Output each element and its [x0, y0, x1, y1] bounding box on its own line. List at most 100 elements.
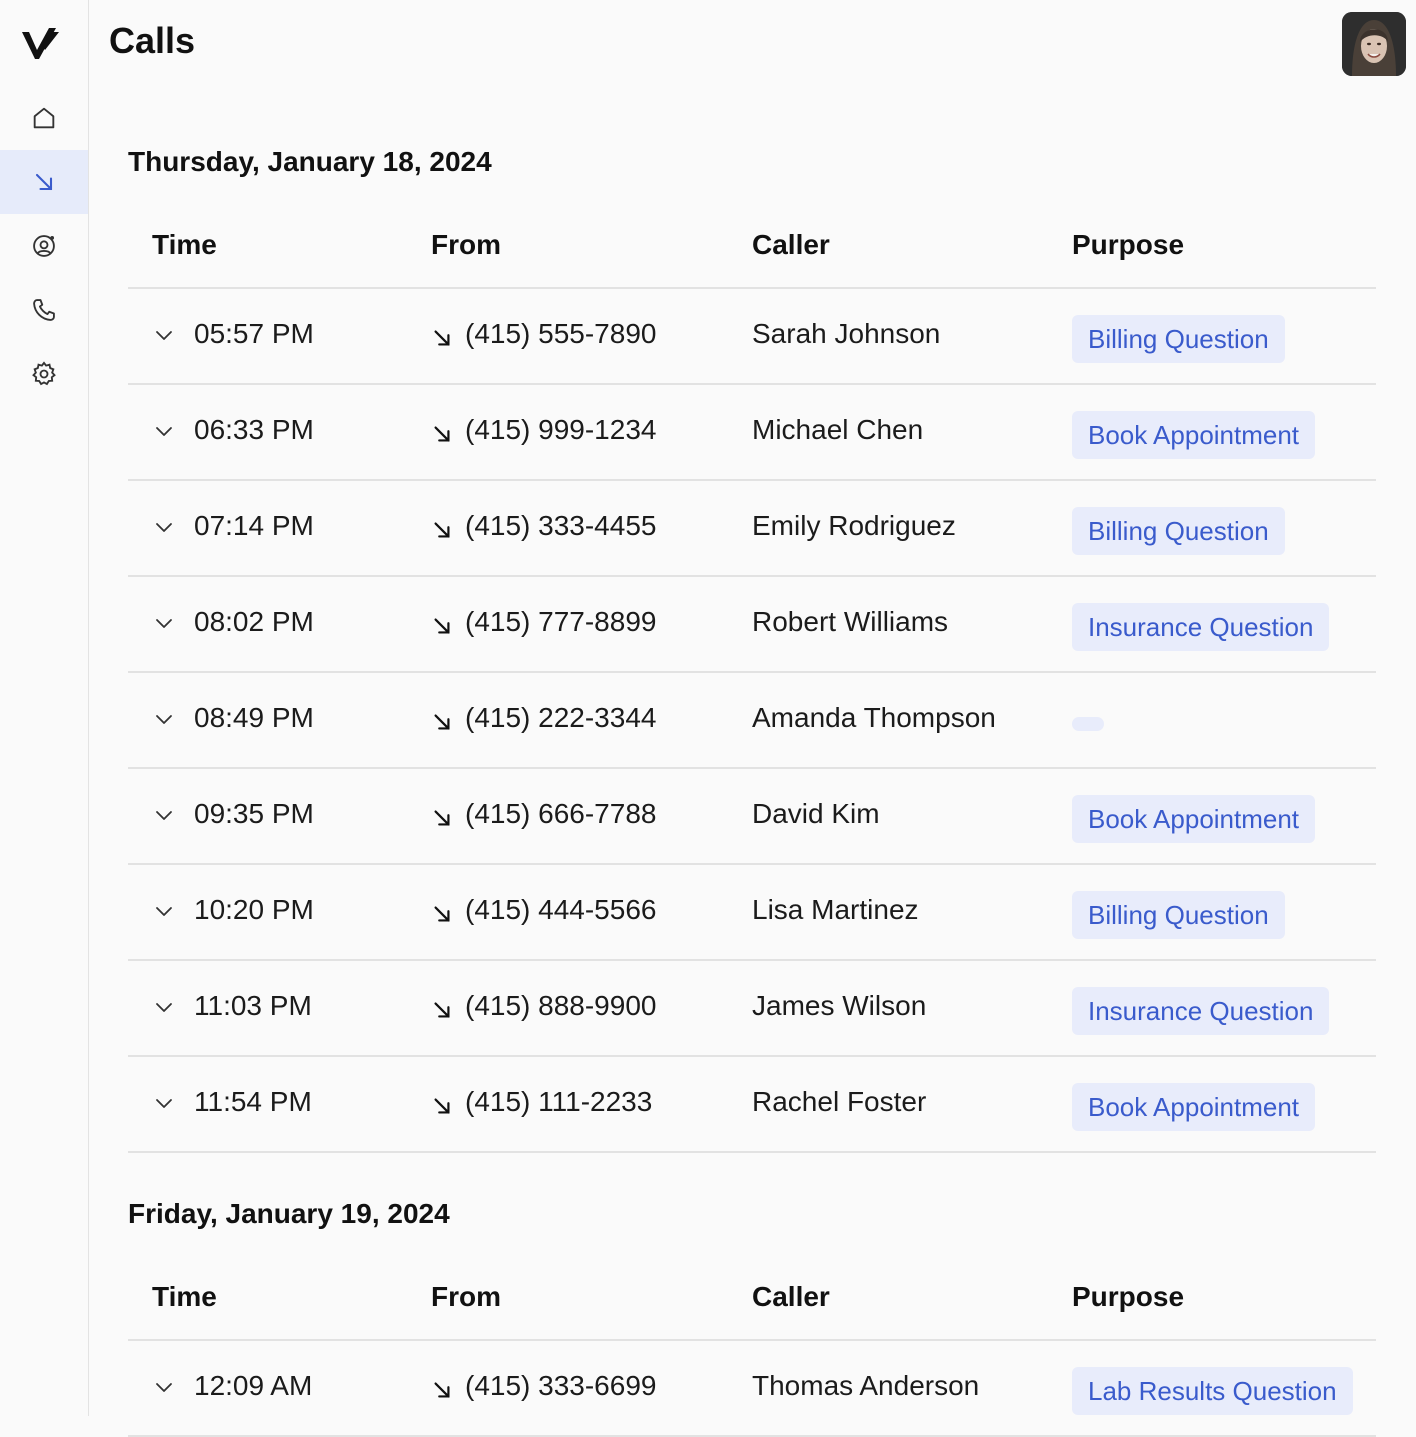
purpose-badge: Book Appointment [1072, 411, 1315, 459]
purpose-badge: Billing Question [1072, 315, 1285, 363]
call-time: 09:35 PM [194, 798, 314, 830]
app-logo[interactable] [20, 26, 60, 62]
chevron-down-icon[interactable] [152, 1091, 176, 1115]
call-time: 06:33 PM [194, 414, 314, 446]
caller-name: Emily Rodriguez [752, 510, 956, 542]
caller-name: Michael Chen [752, 414, 923, 446]
chevron-down-icon[interactable] [152, 803, 176, 827]
sidebar-item-calls[interactable] [0, 150, 88, 214]
call-time: 10:20 PM [194, 894, 314, 926]
calls-table: Time From Caller Purpose 12:09 AM (415) 3… [128, 1255, 1376, 1437]
purpose-badge: Book Appointment [1072, 795, 1315, 843]
chevron-down-icon[interactable] [152, 707, 176, 731]
incoming-arrow-icon [431, 519, 453, 541]
table-header: Time From Caller Purpose [128, 1255, 1376, 1341]
caller-name: Sarah Johnson [752, 318, 940, 350]
table-body: 05:57 PM (415) 555-7890 Sarah Johnson Billi… [128, 289, 1376, 1153]
call-time: 11:03 PM [194, 990, 312, 1022]
caller-phone-number: (415) 333-4455 [465, 510, 656, 542]
chevron-down-icon[interactable] [152, 419, 176, 443]
phone-icon [30, 296, 58, 324]
sidebar [0, 0, 89, 1416]
column-header-purpose[interactable]: Purpose [1072, 1281, 1184, 1313]
sidebar-item-phone[interactable] [0, 278, 88, 342]
calls-table: Time From Caller Purpose 05:57 PM (415) 5… [128, 203, 1376, 1153]
table-row[interactable]: 09:35 PM (415) 666-7788 David Kim Book Appo… [128, 769, 1376, 865]
table-row[interactable]: 11:54 PM (415) 111-2233 Rachel Foster Book … [128, 1057, 1376, 1153]
home-icon [30, 104, 58, 132]
table-body: 12:09 AM (415) 333-6699 Thomas Anderson Lab… [128, 1341, 1376, 1437]
call-time: 08:02 PM [194, 606, 314, 638]
caller-phone-number: (415) 888-9900 [465, 990, 656, 1022]
user-avatar[interactable] [1342, 12, 1406, 76]
purpose-badge: Lab Results Question [1072, 1367, 1353, 1415]
main-content: Calls Thursday, January 18, 2024 Time Fr… [89, 0, 1416, 1416]
sidebar-item-home[interactable] [0, 86, 88, 150]
column-header-time[interactable]: Time [152, 229, 217, 261]
purpose-badge: Insurance Question [1072, 603, 1329, 651]
caller-name: James Wilson [752, 990, 926, 1022]
incoming-arrow-icon [431, 615, 453, 637]
table-row[interactable]: 12:09 AM (415) 333-6699 Thomas Anderson Lab… [128, 1341, 1376, 1437]
caller-name: Lisa Martinez [752, 894, 919, 926]
user-circle-icon [30, 232, 58, 260]
chevron-down-icon[interactable] [152, 1375, 176, 1399]
caller-phone-number: (415) 111-2233 [465, 1086, 652, 1118]
incoming-arrow-icon [431, 903, 453, 925]
column-header-time[interactable]: Time [152, 1281, 217, 1313]
caller-name: Rachel Foster [752, 1086, 926, 1118]
column-header-caller[interactable]: Caller [752, 229, 830, 261]
sidebar-item-settings[interactable] [0, 342, 88, 406]
incoming-arrow-icon [431, 999, 453, 1021]
column-header-from[interactable]: From [431, 1281, 501, 1313]
chevron-down-icon[interactable] [152, 995, 176, 1019]
table-row[interactable]: 11:03 PM (415) 888-9900 James Wilson Insura… [128, 961, 1376, 1057]
table-row[interactable]: 08:02 PM (415) 777-8899 Robert Williams Ins… [128, 577, 1376, 673]
caller-phone-number: (415) 222-3344 [465, 702, 656, 734]
table-row[interactable]: 10:20 PM(415) 444-5566Lisa MartinezBilli… [128, 865, 1376, 961]
caller-phone-number: (415) 333-6699 [465, 1370, 656, 1402]
caller-phone-number: (415) 555-7890 [465, 318, 656, 350]
section-date-heading: Thursday, January 18, 2024 [128, 146, 492, 178]
avatar-image [1342, 12, 1406, 76]
caller-phone-number: (415) 444-5566 [465, 894, 656, 926]
sidebar-item-contacts[interactable] [0, 214, 88, 278]
caller-name: Robert Williams [752, 606, 948, 638]
chevron-down-icon[interactable] [152, 611, 176, 635]
purpose-badge: Billing Question [1072, 507, 1285, 555]
incoming-arrow-icon [431, 1379, 453, 1401]
purpose-badge [1072, 717, 1104, 731]
column-header-caller[interactable]: Caller [752, 1281, 830, 1313]
table-row[interactable]: 08:49 PM(415) 222-3344Amanda Thompson [128, 673, 1376, 769]
chevron-down-icon[interactable] [152, 899, 176, 923]
caller-phone-number: (415) 999-1234 [465, 414, 656, 446]
incoming-arrow-icon [431, 327, 453, 349]
incoming-arrow-icon [431, 711, 453, 733]
page-title: Calls [109, 20, 195, 62]
caller-phone-number: (415) 777-8899 [465, 606, 656, 638]
call-time: 08:49 PM [194, 702, 314, 734]
caller-name: David Kim [752, 798, 880, 830]
caller-phone-number: (415) 666-7788 [465, 798, 656, 830]
incoming-call-arrow-icon [30, 168, 58, 196]
incoming-arrow-icon [431, 423, 453, 445]
purpose-badge: Insurance Question [1072, 987, 1329, 1035]
table-header: Time From Caller Purpose [128, 203, 1376, 289]
chevron-down-icon[interactable] [152, 323, 176, 347]
incoming-arrow-icon [431, 1095, 453, 1117]
call-time: 05:57 PM [194, 318, 314, 350]
chevron-down-icon[interactable] [152, 515, 176, 539]
section-date-heading: Friday, January 19, 2024 [128, 1198, 450, 1230]
incoming-arrow-icon [431, 807, 453, 829]
caller-name: Thomas Anderson [752, 1370, 979, 1402]
gear-icon [30, 360, 58, 388]
column-header-purpose[interactable]: Purpose [1072, 229, 1184, 261]
table-row[interactable]: 07:14 PM (415) 333-4455 Emily Rodriguez Bil… [128, 481, 1376, 577]
purpose-badge: Book Appointment [1072, 1083, 1315, 1131]
call-time: 11:54 PM [194, 1086, 312, 1118]
call-time: 07:14 PM [194, 510, 314, 542]
call-time: 12:09 AM [194, 1370, 312, 1402]
table-row[interactable]: 05:57 PM (415) 555-7890 Sarah Johnson Billi… [128, 289, 1376, 385]
table-row[interactable]: 06:33 PM (415) 999-1234 Michael Chen Book A… [128, 385, 1376, 481]
column-header-from[interactable]: From [431, 229, 501, 261]
